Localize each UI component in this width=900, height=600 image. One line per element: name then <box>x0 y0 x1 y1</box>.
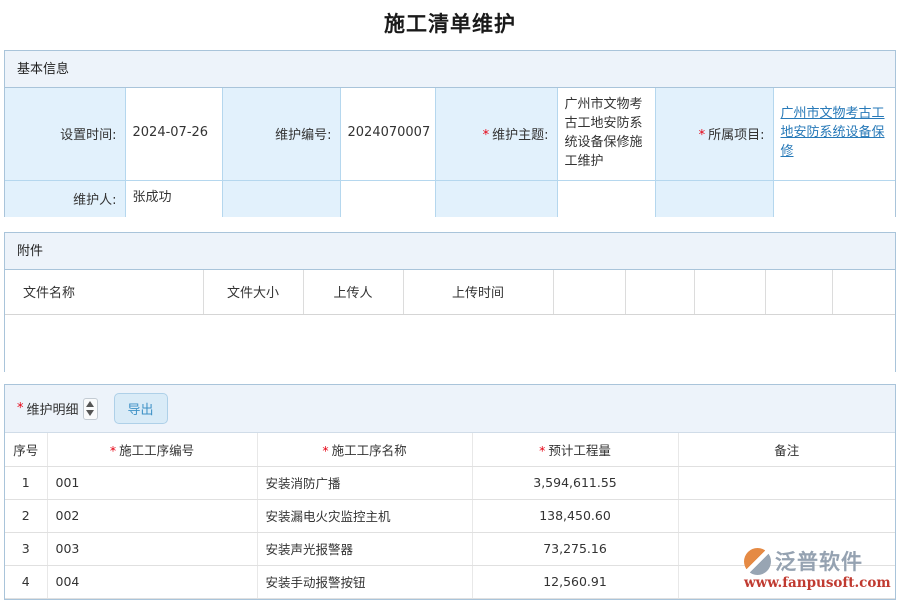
maintenance-no-label: 维护编号: <box>221 88 341 181</box>
maintainer-value: 张成功 <box>124 179 223 217</box>
table-row: 2 002 安装漏电火灾监控主机 138,450.60 <box>5 499 895 533</box>
empty-cell <box>434 179 558 217</box>
subject-label: * 维护主题: <box>434 88 558 181</box>
details-header-process-name: * 施工工序名称 <box>257 433 473 467</box>
row-process-code: 002 <box>47 499 258 533</box>
basic-info-row-1: 设置时间: 2024-07-26 维护编号: 2024070007 * 维护主题:… <box>5 88 895 181</box>
empty-header-cell <box>765 270 833 315</box>
details-header-quantity: * 预计工程量 <box>472 433 679 467</box>
row-process-code: 004 <box>47 565 258 599</box>
details-section-bar: * 维护明细 导出 <box>5 385 895 433</box>
sort-up-icon <box>86 401 95 407</box>
details-header-quantity-text: 预计工程量 <box>548 442 611 458</box>
export-button[interactable]: 导出 <box>113 393 168 424</box>
details-header-remark: 备注 <box>678 433 895 467</box>
row-quantity: 73,275.16 <box>472 532 679 566</box>
required-marker: * <box>322 442 329 458</box>
basic-info-table: 设置时间: 2024-07-26 维护编号: 2024070007 * 维护主题:… <box>5 88 895 217</box>
empty-cell <box>772 179 895 217</box>
maintainer-label-text: 维护人: <box>73 193 117 209</box>
set-time-value: 2024-07-26 <box>124 88 223 181</box>
required-marker: * <box>109 442 117 458</box>
maintenance-no-label-text: 维护编号: <box>275 128 332 144</box>
attachments-header-row: 文件名称 文件大小 上传人 上传时间 <box>5 270 895 315</box>
attachments-header-uploadtime: 上传时间 <box>403 270 554 315</box>
maintainer-label: 维护人: <box>5 179 126 217</box>
empty-cell <box>221 179 341 217</box>
details-header-process-code: * 施工工序编号 <box>47 433 258 467</box>
fanpu-logo-icon <box>744 547 771 575</box>
details-header-process-code-text: 施工工序编号 <box>119 442 195 458</box>
table-row: 1 001 安装消防广播 3,594,611.55 <box>5 466 895 500</box>
row-process-name: 安装声光报警器 <box>257 532 473 566</box>
details-header-process-name-text: 施工工序名称 <box>331 442 407 458</box>
project-link[interactable]: 广州市文物考古工地安防系统设备保修 <box>781 106 885 159</box>
empty-header-cell <box>625 270 695 315</box>
row-process-name: 安装手动报警按钮 <box>257 565 473 599</box>
basic-info-section: 基本信息 设置时间: 2024-07-26 维护编号: 2024070007 *… <box>4 50 896 217</box>
row-quantity: 138,450.60 <box>472 499 679 533</box>
attachments-table: 文件名称 文件大小 上传人 上传时间 <box>5 270 895 315</box>
vendor-watermark-row: 泛普软件 <box>744 546 891 576</box>
vendor-brand: 泛普软件 <box>775 550 863 574</box>
set-time-label: 设置时间: <box>5 88 126 181</box>
maintenance-no-value: 2024070007 <box>339 88 436 181</box>
details-header-seq: 序号 <box>5 433 48 467</box>
required-marker: * <box>482 128 490 144</box>
sort-spinner-icon[interactable] <box>82 397 98 420</box>
row-remark <box>678 466 895 500</box>
page-title: 施工清单维护 <box>384 12 516 36</box>
attachments-header-filesize: 文件大小 <box>203 270 304 315</box>
row-process-code: 003 <box>47 532 258 566</box>
vendor-url: www.fanpusoft.com <box>744 575 891 591</box>
empty-header-cell <box>832 270 895 315</box>
set-time-label-text: 设置时间: <box>60 128 117 144</box>
empty-cell <box>654 179 774 217</box>
basic-info-row-2: 维护人: 张成功 <box>5 179 895 217</box>
attachments-section-title: 附件 <box>5 233 895 270</box>
subject-value: 广州市文物考古工地安防系统设备保修施工维护 <box>556 88 656 181</box>
row-process-code: 001 <box>47 466 258 500</box>
project-label: * 所属项目: <box>654 88 774 181</box>
attachments-header-filename: 文件名称 <box>5 270 204 315</box>
subject-label-text: 维护主题: <box>492 128 549 144</box>
row-quantity: 3,594,611.55 <box>472 466 679 500</box>
vendor-watermark: 泛普软件 www.fanpusoft.com <box>744 546 891 591</box>
required-marker: * <box>17 401 24 416</box>
row-seq: 1 <box>5 466 48 500</box>
row-seq: 2 <box>5 499 48 533</box>
row-quantity: 12,560.91 <box>472 565 679 599</box>
project-value: 广州市文物考古工地安防系统设备保修 <box>772 88 895 181</box>
empty-header-cell <box>694 270 766 315</box>
row-remark <box>678 499 895 533</box>
details-header-row: 序号 * 施工工序编号 * 施工工序名称 * 预计工程量 备注 <box>5 433 895 467</box>
required-marker: * <box>698 128 706 144</box>
row-process-name: 安装消防广播 <box>257 466 473 500</box>
attachments-section: 附件 文件名称 文件大小 上传人 上传时间 <box>4 232 896 372</box>
empty-cell <box>339 179 436 217</box>
row-process-name: 安装漏电火灾监控主机 <box>257 499 473 533</box>
empty-cell <box>556 179 656 217</box>
page: 施工清单维护 基本信息 设置时间: 2024-07-26 维护编号: 20240… <box>0 0 900 600</box>
details-section-title: 维护明细 <box>26 403 79 418</box>
row-seq: 3 <box>5 532 48 566</box>
attachments-empty-body <box>5 314 895 372</box>
project-label-text: 所属项目: <box>708 128 765 144</box>
attachments-header-uploader: 上传人 <box>303 270 404 315</box>
basic-info-section-title: 基本信息 <box>5 51 895 88</box>
required-marker: * <box>539 442 546 458</box>
sort-down-icon <box>86 410 95 416</box>
empty-header-cell <box>553 270 626 315</box>
row-seq: 4 <box>5 565 48 599</box>
